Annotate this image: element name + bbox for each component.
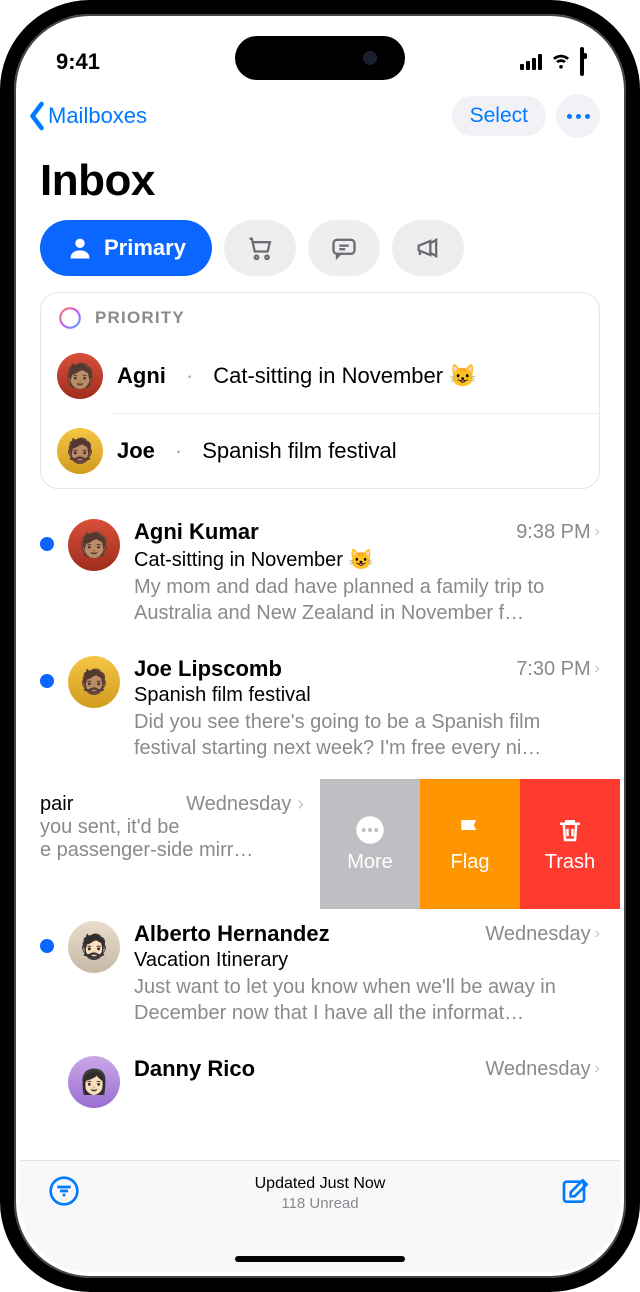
priority-header-label: PRIORITY: [95, 308, 185, 328]
bottom-toolbar: Updated Just Now 118 Unread: [20, 1160, 620, 1272]
ellipsis-icon: [567, 114, 590, 119]
swipe-trash-button[interactable]: Trash: [520, 779, 620, 909]
back-label: Mailboxes: [48, 103, 147, 129]
message-time: Wednesday: [485, 923, 590, 946]
chevron-right-icon: ›: [595, 1060, 600, 1078]
message-row[interactable]: 🧔🏻 Alberto Hernandez Wednesday › Vacatio…: [20, 909, 620, 1044]
category-tabs: Primary: [20, 220, 620, 292]
wifi-icon: [550, 48, 572, 76]
priority-sender: Agni: [117, 363, 166, 389]
message-time: Wednesday: [186, 793, 291, 816]
message-row[interactable]: 🧑🏽 Agni Kumar 9:38 PM › Cat-sitting in N…: [20, 507, 620, 644]
navbar: Mailboxes Select: [20, 80, 620, 144]
cart-icon: [246, 234, 274, 262]
megaphone-icon: [414, 234, 442, 262]
chevron-right-icon: ›: [595, 925, 600, 943]
message-row[interactable]: 🧔🏽 Joe Lipscomb 7:30 PM › Spanish film f…: [20, 644, 620, 779]
cell-signal-icon: [520, 54, 542, 70]
more-menu-button[interactable]: [556, 94, 600, 138]
home-indicator[interactable]: [235, 1256, 405, 1262]
message-subject: Spanish film festival: [134, 684, 600, 707]
swipe-trash-label: Trash: [545, 851, 595, 874]
message-preview: Just want to let you know when we'll be …: [134, 974, 600, 1026]
swipe-more-label: More: [347, 851, 393, 874]
category-primary[interactable]: Primary: [40, 220, 212, 276]
priority-subject: Cat-sitting in November 😺: [213, 363, 476, 389]
avatar: 🧑🏽: [68, 519, 120, 571]
ellipsis-circle-icon: [355, 815, 385, 845]
avatar: 👩🏻: [68, 1056, 120, 1108]
priority-item[interactable]: 🧔🏽 Joe · Spanish film festival: [111, 413, 599, 488]
message-preview: Did you see there's going to be a Spanis…: [134, 709, 600, 761]
priority-item[interactable]: 🧑🏽 Agni · Cat-sitting in November 😺: [41, 339, 599, 413]
unread-indicator: [40, 674, 54, 688]
swipe-flag-label: Flag: [451, 851, 490, 874]
filter-icon: [48, 1175, 80, 1207]
compose-icon: [560, 1175, 592, 1207]
message-sender: Joe Lipscomb: [134, 656, 516, 682]
battery-icon: [580, 49, 584, 75]
category-primary-label: Primary: [104, 235, 186, 261]
status-time: 9:41: [56, 49, 100, 75]
message-sender: Alberto Hernandez: [134, 921, 485, 947]
avatar: 🧔🏽: [68, 656, 120, 708]
select-button[interactable]: Select: [452, 96, 546, 136]
priority-sender: Joe: [117, 438, 155, 464]
message-row[interactable]: 👩🏻 Danny Rico Wednesday ›: [20, 1044, 620, 1168]
intelligence-icon: [57, 305, 83, 331]
message-list: 🧑🏽 Agni Kumar 9:38 PM › Cat-sitting in N…: [20, 507, 620, 1168]
avatar: 🧔🏻: [68, 921, 120, 973]
compose-button[interactable]: [560, 1175, 592, 1212]
toolbar-unread-count: 118 Unread: [255, 1195, 386, 1212]
trash-icon: [555, 815, 585, 845]
message-row-swiped[interactable]: Wednesday › pair you sent, it'd be e pas…: [20, 779, 620, 909]
unread-indicator: [40, 537, 54, 551]
priority-subject: Spanish film festival: [202, 438, 396, 464]
page-title: Inbox: [20, 144, 620, 220]
message-time: 9:38 PM: [516, 521, 590, 544]
unread-indicator: [40, 939, 54, 953]
message-preview: you sent, it'd be e passenger-side mirr…: [40, 816, 320, 862]
category-promotions[interactable]: [392, 220, 464, 276]
message-subject: Cat-sitting in November 😺: [134, 547, 600, 572]
filter-button[interactable]: [48, 1175, 80, 1212]
chevron-right-icon: ›: [595, 660, 600, 678]
flag-icon: [455, 815, 485, 845]
message-preview: My mom and dad have planned a family tri…: [134, 574, 600, 626]
message-sender: Agni Kumar: [134, 519, 516, 545]
person-icon: [66, 234, 94, 262]
message-time: Wednesday: [485, 1058, 590, 1081]
message-subject: Vacation Itinerary: [134, 949, 600, 972]
swipe-flag-button[interactable]: Flag: [420, 779, 520, 909]
category-transactions[interactable]: [224, 220, 296, 276]
swipe-more-button[interactable]: More: [320, 779, 420, 909]
toolbar-status: Updated Just Now: [255, 1175, 386, 1193]
avatar: 🧑🏽: [57, 353, 103, 399]
message-time: 7:30 PM: [516, 658, 590, 681]
priority-card: PRIORITY 🧑🏽 Agni · Cat-sitting in Novemb…: [40, 292, 600, 489]
back-button[interactable]: Mailboxes: [26, 101, 147, 131]
chevron-right-icon: ›: [297, 793, 304, 816]
chat-icon: [330, 234, 358, 262]
chevron-right-icon: ›: [595, 523, 600, 541]
avatar: 🧔🏽: [57, 428, 103, 474]
category-updates[interactable]: [308, 220, 380, 276]
message-sender: Danny Rico: [134, 1056, 485, 1082]
